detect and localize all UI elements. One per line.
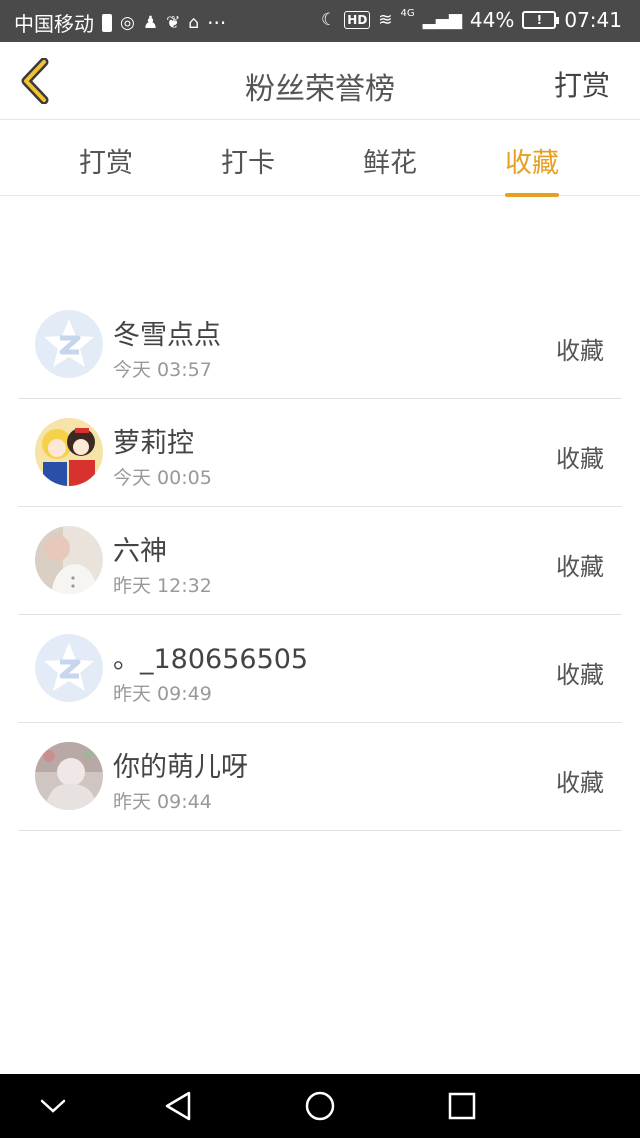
action-label: 收藏 <box>556 445 604 473</box>
tab-reward[interactable]: 打赏 <box>79 141 133 180</box>
photo-avatar-image <box>35 526 103 594</box>
square-recents-icon <box>448 1092 476 1120</box>
tab-favorites[interactable]: 收藏 <box>505 141 559 197</box>
list-item[interactable]: 萝莉控 今天 00:05 收藏 <box>18 399 622 507</box>
timestamp: 昨天 12:32 <box>113 575 212 597</box>
action-label: 收藏 <box>556 337 604 365</box>
home-app-icon: ⌂ <box>188 12 200 33</box>
avatar <box>35 634 103 702</box>
more-notifications-label: ··· <box>207 10 227 35</box>
user-name: 萝莉控 <box>113 428 194 459</box>
hide-nav-button[interactable] <box>33 1086 73 1126</box>
clock: 07:41 <box>564 8 622 32</box>
moon-icon: ☾ <box>321 10 337 30</box>
recents-nav-button[interactable] <box>442 1086 482 1126</box>
photo-avatar-image <box>35 742 103 810</box>
action-label: 收藏 <box>556 661 604 689</box>
active-tab-indicator <box>505 193 559 197</box>
fan-list: 冬雪点点 今天 03:57 收藏 萝莉控 今天 00:05 收藏 六神 昨天 1… <box>18 291 622 831</box>
avatar <box>35 526 103 594</box>
battery-icon: ! <box>522 11 560 29</box>
list-item[interactable]: 。_180656505 昨天 09:49 收藏 <box>18 615 622 723</box>
circle-home-icon <box>305 1091 335 1121</box>
triangle-back-icon <box>165 1091 191 1121</box>
default-avatar-icon <box>35 634 103 702</box>
avatar <box>35 418 103 486</box>
default-avatar-icon <box>35 310 103 378</box>
list-item[interactable]: 六神 昨天 12:32 收藏 <box>18 507 622 615</box>
timestamp: 今天 03:57 <box>113 359 212 381</box>
app-header: 粉丝荣誉榜 打赏 <box>0 42 640 120</box>
user-name: 六神 <box>113 536 167 567</box>
wifi-icon: ≋ <box>378 10 393 30</box>
home-nav-button[interactable] <box>300 1086 340 1126</box>
timestamp: 昨天 09:44 <box>113 791 212 813</box>
user-name: 你的萌儿呀 <box>113 752 248 783</box>
avatar <box>35 310 103 378</box>
network-type-label: 4G <box>400 8 415 19</box>
timestamp: 今天 00:05 <box>113 467 212 489</box>
list-item[interactable]: 你的萌儿呀 昨天 09:44 收藏 <box>18 723 622 831</box>
wechat-icon: ❦ <box>166 12 181 33</box>
hd-icon: HD <box>344 11 371 29</box>
back-nav-button[interactable] <box>158 1086 198 1126</box>
browser-icon: ◎ <box>120 12 135 33</box>
avatar <box>35 742 103 810</box>
qq-icon: ♟ <box>142 12 159 33</box>
reward-button[interactable]: 打赏 <box>554 64 610 104</box>
status-bar: 中国移动 ◎ ♟ ❦ ⌂ ··· ☾ HD ≋ 4G ▂▄▆ 44% ! 07:… <box>0 0 640 42</box>
user-name: 冬雪点点 <box>113 320 221 351</box>
page-title: 粉丝荣誉榜 <box>245 72 395 107</box>
action-label: 收藏 <box>556 553 604 581</box>
chevron-down-icon <box>40 1099 66 1113</box>
tab-checkin[interactable]: 打卡 <box>221 141 275 180</box>
battery-saver-icon <box>102 13 112 32</box>
action-label: 收藏 <box>556 769 604 797</box>
signal-icon: ▂▄▆ <box>422 10 462 30</box>
carrier-label: 中国移动 <box>14 12 94 36</box>
timestamp: 昨天 09:49 <box>113 683 212 705</box>
anime-avatar-image <box>35 418 103 486</box>
tab-flowers[interactable]: 鲜花 <box>363 141 417 180</box>
tab-bar: 打赏 打卡 鲜花 收藏 <box>0 121 640 197</box>
user-name: 。_180656505 <box>113 644 309 675</box>
system-nav-bar <box>0 1074 640 1138</box>
battery-percent: 44% <box>469 8 515 32</box>
list-item[interactable]: 冬雪点点 今天 03:57 收藏 <box>18 291 622 399</box>
